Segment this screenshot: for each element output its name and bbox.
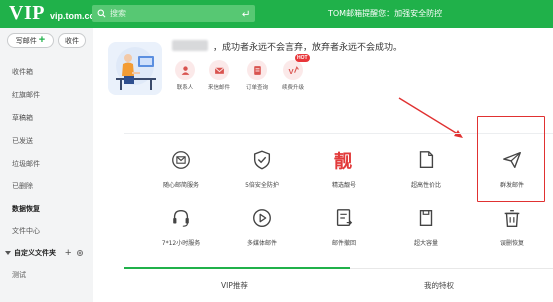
- sidebar: 写邮件 + 收件 收件箱 红旗邮件 草稿箱 已发送 垃圾邮件 已删除 数据恢复 …: [0, 28, 93, 302]
- search-box[interactable]: [92, 5, 255, 22]
- sidebar-item-data-recovery[interactable]: 数据恢复: [12, 204, 40, 214]
- sidebar-item-inbox[interactable]: 收件箱: [12, 67, 33, 77]
- hot-badge: HOT: [295, 54, 310, 62]
- svg-text:靓: 靓: [334, 150, 353, 171]
- logo-vip-text: VIP: [9, 2, 45, 24]
- sidebar-item-deleted[interactable]: 已删除: [12, 181, 33, 191]
- trash-restore-icon: [504, 209, 520, 227]
- quick-action-label: 来信邮件: [207, 85, 230, 91]
- premium-number-icon: 靓: [334, 150, 353, 172]
- feature-recall[interactable]: 邮件撤回: [308, 207, 380, 247]
- feature-label: 超高性价比: [410, 182, 441, 189]
- sidebar-item-sent[interactable]: 已发送: [12, 136, 33, 146]
- storage-icon: [419, 209, 433, 227]
- quick-action-vip-upgrade[interactable]: V HOT 续费升级: [278, 54, 310, 91]
- quick-action-incoming-mail[interactable]: 来信邮件: [204, 60, 234, 91]
- quick-action-label: 订单查询: [245, 85, 268, 91]
- mail-icon: [209, 60, 229, 80]
- feature-label: 邮件撤回: [331, 240, 356, 247]
- tab-vip-recommend[interactable]: VIP推荐: [221, 280, 248, 291]
- write-mail-button[interactable]: 写邮件 +: [7, 33, 54, 48]
- sidebar-item-flagged[interactable]: 红旗邮件: [12, 90, 40, 100]
- feature-value[interactable]: 超高性价比: [390, 149, 462, 189]
- feature-label: 误删恢复: [499, 240, 524, 247]
- mail-service-icon: [172, 151, 190, 169]
- plus-icon: +: [38, 34, 46, 46]
- headset-icon: [173, 209, 189, 227]
- collapse-arrow-icon[interactable]: [5, 251, 11, 255]
- feature-label: 精选靓号: [331, 182, 356, 189]
- quick-action-label: 续费升级: [281, 85, 304, 91]
- feature-label: 超大容量: [413, 240, 438, 247]
- feature-label: 随心邮简服务: [162, 182, 199, 189]
- sidebar-item-custom-folder[interactable]: 测试: [12, 270, 26, 280]
- value-icon: [419, 151, 434, 169]
- logo[interactable]: VIP vip.tom.com: [9, 2, 103, 25]
- vip-upgrade-icon: V HOT: [283, 54, 310, 80]
- order-icon: [247, 60, 267, 80]
- add-folder-icon[interactable]: +: [65, 247, 71, 259]
- active-tab-indicator: [124, 267, 350, 269]
- sidebar-item-drafts[interactable]: 草稿箱: [12, 113, 33, 123]
- enter-icon[interactable]: [241, 9, 250, 18]
- quick-action-label: 联系人: [176, 85, 194, 91]
- shield-icon: [253, 150, 271, 170]
- feature-restore[interactable]: 误删恢复: [476, 207, 548, 247]
- top-bar: VIP vip.tom.com TOM邮箱提醒您：加强安全防控: [0, 0, 553, 28]
- avatar-illustration: [108, 42, 162, 95]
- motto-text: ，成功者永远不会言弃，放弃者永远不会成功。: [213, 43, 403, 53]
- sidebar-item-file-center[interactable]: 文件中心: [12, 226, 40, 236]
- svg-text:V: V: [288, 66, 294, 75]
- feature-label: 7*12小时服务: [161, 240, 201, 247]
- username: [172, 40, 208, 51]
- feature-security[interactable]: 5倍安全防护: [226, 149, 298, 189]
- feature-premium-number[interactable]: 靓 精选靓号: [308, 149, 380, 189]
- search-icon[interactable]: [97, 9, 106, 18]
- custom-folder-label: 自定义文件夹: [14, 250, 56, 257]
- search-input[interactable]: [110, 5, 230, 22]
- feature-storage[interactable]: 超大容量: [390, 207, 462, 247]
- feature-support[interactable]: 7*12小时服务: [145, 207, 217, 247]
- gear-icon[interactable]: [76, 249, 84, 257]
- quick-action-orders[interactable]: 订单查询: [242, 60, 272, 91]
- sidebar-item-spam[interactable]: 垃圾邮件: [12, 159, 40, 169]
- contacts-icon: [175, 60, 195, 80]
- write-mail-label: 写邮件: [15, 37, 37, 45]
- feature-label: 5倍安全防护: [245, 182, 279, 189]
- tab-my-privileges[interactable]: 我的特权: [424, 280, 454, 291]
- security-notice[interactable]: TOM邮箱提醒您：加强安全防控: [328, 8, 442, 19]
- highlight-box: [477, 116, 545, 202]
- receive-mail-button[interactable]: 收件: [58, 33, 86, 48]
- feature-label: 多媒体邮件: [246, 240, 277, 247]
- feature-multimedia[interactable]: 多媒体邮件: [226, 207, 298, 247]
- play-icon: [253, 209, 271, 227]
- feature-mail-service[interactable]: 随心邮简服务: [145, 149, 217, 189]
- custom-folder-header[interactable]: 自定义文件夹 +: [5, 247, 84, 259]
- recall-icon: [336, 209, 353, 227]
- quick-action-contacts[interactable]: 联系人: [170, 60, 200, 91]
